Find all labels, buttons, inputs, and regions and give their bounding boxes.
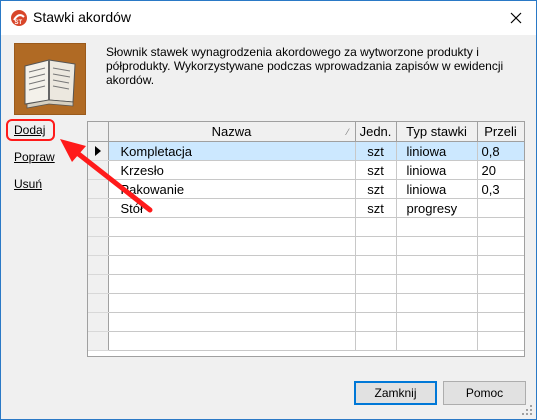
row-indicator-header xyxy=(88,122,109,142)
cell-typ-stawki[interactable]: liniowa xyxy=(396,141,478,161)
column-header-jedn[interactable]: Jedn. xyxy=(355,122,397,142)
cell-typ-stawki[interactable]: liniowa xyxy=(396,160,478,180)
empty-cell[interactable] xyxy=(355,236,397,256)
dialog-window: ST Stawki akordów Słownik stawek wynagro… xyxy=(0,0,537,420)
table-row[interactable]: Stół szt progresy xyxy=(88,198,524,218)
empty-cell[interactable] xyxy=(396,255,478,275)
row-indicator xyxy=(88,312,109,332)
row-indicator xyxy=(88,293,109,313)
empty-cell[interactable] xyxy=(108,293,356,313)
book-icon xyxy=(14,43,86,115)
empty-row[interactable] xyxy=(88,293,524,313)
empty-cell[interactable] xyxy=(477,293,524,313)
window-title: Stawki akordów xyxy=(33,9,132,25)
empty-cell[interactable] xyxy=(477,255,524,275)
annotation-highlight-box xyxy=(6,119,55,141)
close-button[interactable] xyxy=(496,1,536,35)
column-header-typ-stawki[interactable]: Typ stawki xyxy=(396,122,478,142)
title-bar[interactable]: ST Stawki akordów xyxy=(1,1,536,35)
empty-cell[interactable] xyxy=(108,217,356,237)
empty-cell[interactable] xyxy=(396,274,478,294)
help-button[interactable]: Pomoc xyxy=(443,381,526,405)
empty-row[interactable] xyxy=(88,255,524,275)
empty-cell[interactable] xyxy=(355,331,397,351)
cell-nazwa[interactable]: Pakowanie xyxy=(108,179,356,199)
empty-cell[interactable] xyxy=(355,255,397,275)
row-indicator xyxy=(88,179,109,199)
empty-cell[interactable] xyxy=(355,312,397,332)
cell-przelicznik[interactable]: 20 xyxy=(477,160,524,180)
dictionary-description: Słownik stawek wynagrodzenia akordowego … xyxy=(106,45,504,87)
empty-cell[interactable] xyxy=(396,293,478,313)
sort-icon: ⁄ xyxy=(346,127,349,137)
empty-cell[interactable] xyxy=(477,236,524,256)
cell-przelicznik[interactable]: 0,3 xyxy=(477,179,524,199)
empty-cell[interactable] xyxy=(355,293,397,313)
cell-przelicznik[interactable]: 0,8 xyxy=(477,141,524,161)
row-indicator xyxy=(88,331,109,351)
empty-cell[interactable] xyxy=(108,255,356,275)
close-icon xyxy=(510,12,522,24)
column-header-przelicznik[interactable]: Przeli xyxy=(477,122,524,142)
cell-jedn[interactable]: szt xyxy=(355,198,397,218)
rates-table[interactable]: Nazwa ⁄ Jedn. Typ stawki Przeli Kompletac… xyxy=(87,121,525,357)
empty-cell[interactable] xyxy=(396,331,478,351)
cell-jedn[interactable]: szt xyxy=(355,179,397,199)
empty-cell[interactable] xyxy=(477,217,524,237)
empty-cell[interactable] xyxy=(396,236,478,256)
row-indicator xyxy=(88,217,109,237)
empty-cell[interactable] xyxy=(477,331,524,351)
cell-typ-stawki[interactable]: progresy xyxy=(396,198,478,218)
column-header-label: Nazwa xyxy=(211,124,252,139)
row-indicator xyxy=(88,274,109,294)
svg-text:ST: ST xyxy=(15,20,23,26)
empty-row[interactable] xyxy=(88,312,524,332)
edit-link[interactable]: Popraw xyxy=(14,150,55,164)
empty-cell[interactable] xyxy=(108,236,356,256)
row-indicator xyxy=(88,236,109,256)
table-header-row: Nazwa ⁄ Jedn. Typ stawki Przeli xyxy=(88,122,524,142)
cell-nazwa[interactable]: Stół xyxy=(108,198,356,218)
column-header-nazwa[interactable]: Nazwa ⁄ xyxy=(108,122,356,142)
empty-cell[interactable] xyxy=(355,274,397,294)
cell-jedn[interactable]: szt xyxy=(355,160,397,180)
row-indicator xyxy=(88,255,109,275)
close-dialog-button[interactable]: Zamknij xyxy=(354,381,437,405)
empty-cell[interactable] xyxy=(108,312,356,332)
cell-typ-stawki[interactable]: liniowa xyxy=(396,179,478,199)
empty-cell[interactable] xyxy=(108,274,356,294)
cell-nazwa[interactable]: Krzesło xyxy=(108,160,356,180)
dialog-content: Słownik stawek wynagrodzenia akordowego … xyxy=(1,35,536,419)
empty-cell[interactable] xyxy=(396,312,478,332)
delete-link[interactable]: Usuń xyxy=(14,177,42,191)
row-indicator xyxy=(88,198,109,218)
resize-grip-icon[interactable] xyxy=(521,404,533,416)
empty-cell[interactable] xyxy=(477,274,524,294)
table-row[interactable]: Pakowanie szt liniowa 0,3 xyxy=(88,179,524,199)
app-icon: ST xyxy=(11,10,27,26)
empty-row[interactable] xyxy=(88,331,524,351)
cell-przelicznik[interactable] xyxy=(477,198,524,218)
empty-cell[interactable] xyxy=(396,217,478,237)
table-row[interactable]: Kompletacja szt liniowa 0,8 xyxy=(88,141,524,161)
table-row[interactable]: Krzesło szt liniowa 20 xyxy=(88,160,524,180)
cell-jedn[interactable]: szt xyxy=(355,141,397,161)
empty-cell[interactable] xyxy=(108,331,356,351)
empty-row[interactable] xyxy=(88,217,524,237)
row-indicator xyxy=(88,160,109,180)
empty-cell[interactable] xyxy=(355,217,397,237)
empty-row[interactable] xyxy=(88,236,524,256)
row-pointer-icon xyxy=(88,141,109,161)
empty-row[interactable] xyxy=(88,274,524,294)
empty-cell[interactable] xyxy=(477,312,524,332)
cell-nazwa[interactable]: Kompletacja xyxy=(108,141,356,161)
